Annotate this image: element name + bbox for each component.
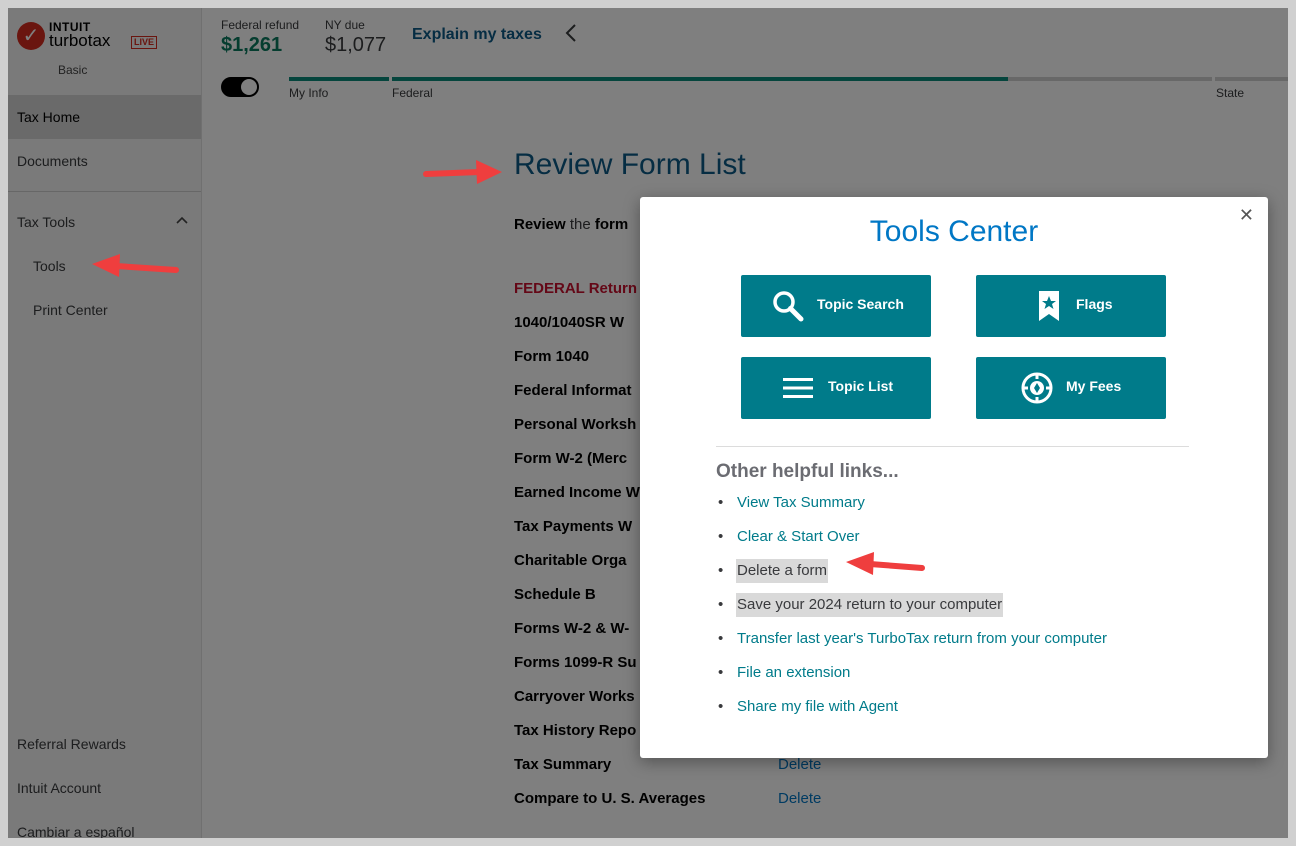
modal-divider [716,446,1189,447]
topic-list-button[interactable]: Topic List [741,357,931,419]
app-window: ✓ INTUIT turbotax LIVE Basic Tax Home Do… [8,8,1288,838]
link-share-file-agent[interactable]: Share my file with Agent [716,695,1108,729]
link-text: Delete a form [736,559,829,583]
link-view-tax-summary[interactable]: View Tax Summary [716,491,1108,525]
bookmark-star-icon [1032,289,1066,323]
modal-title: Tools Center [869,215,1039,248]
link-text: Save your 2024 return to your computer [736,593,1004,617]
helpful-links-heading: Other helpful links... [716,461,899,482]
my-fees-label: My Fees [1066,378,1122,394]
link-file-extension[interactable]: File an extension [716,661,1108,695]
annotation-arrow-title [423,160,502,184]
link-text: File an extension [737,664,851,681]
list-icon [781,371,815,405]
helpful-links-list: View Tax Summary Clear & Start Over Dele… [716,491,1108,729]
annotation-arrow-tools [92,254,179,277]
link-save-return[interactable]: Save your 2024 return to your computer [716,593,1108,627]
fees-icon [1020,371,1054,405]
annotation-arrow-delete-form [846,552,925,575]
flags-label: Flags [1076,296,1113,312]
link-transfer-last-year[interactable]: Transfer last year's TurboTax return fro… [716,627,1108,661]
link-text: Transfer last year's TurboTax return fro… [737,630,1107,647]
flags-button[interactable]: Flags [976,275,1166,337]
link-text: View Tax Summary [737,494,865,511]
my-fees-button[interactable]: My Fees [976,357,1166,419]
tools-center-modal: ✕ Tools Center Topic Search Flags Topic … [640,197,1268,758]
topic-search-label: Topic Search [817,296,904,312]
topic-search-button[interactable]: Topic Search [741,275,931,337]
magnifier-icon [771,289,805,323]
link-text: Share my file with Agent [737,698,898,715]
topic-list-label: Topic List [828,378,894,394]
link-text: Clear & Start Over [737,528,860,545]
